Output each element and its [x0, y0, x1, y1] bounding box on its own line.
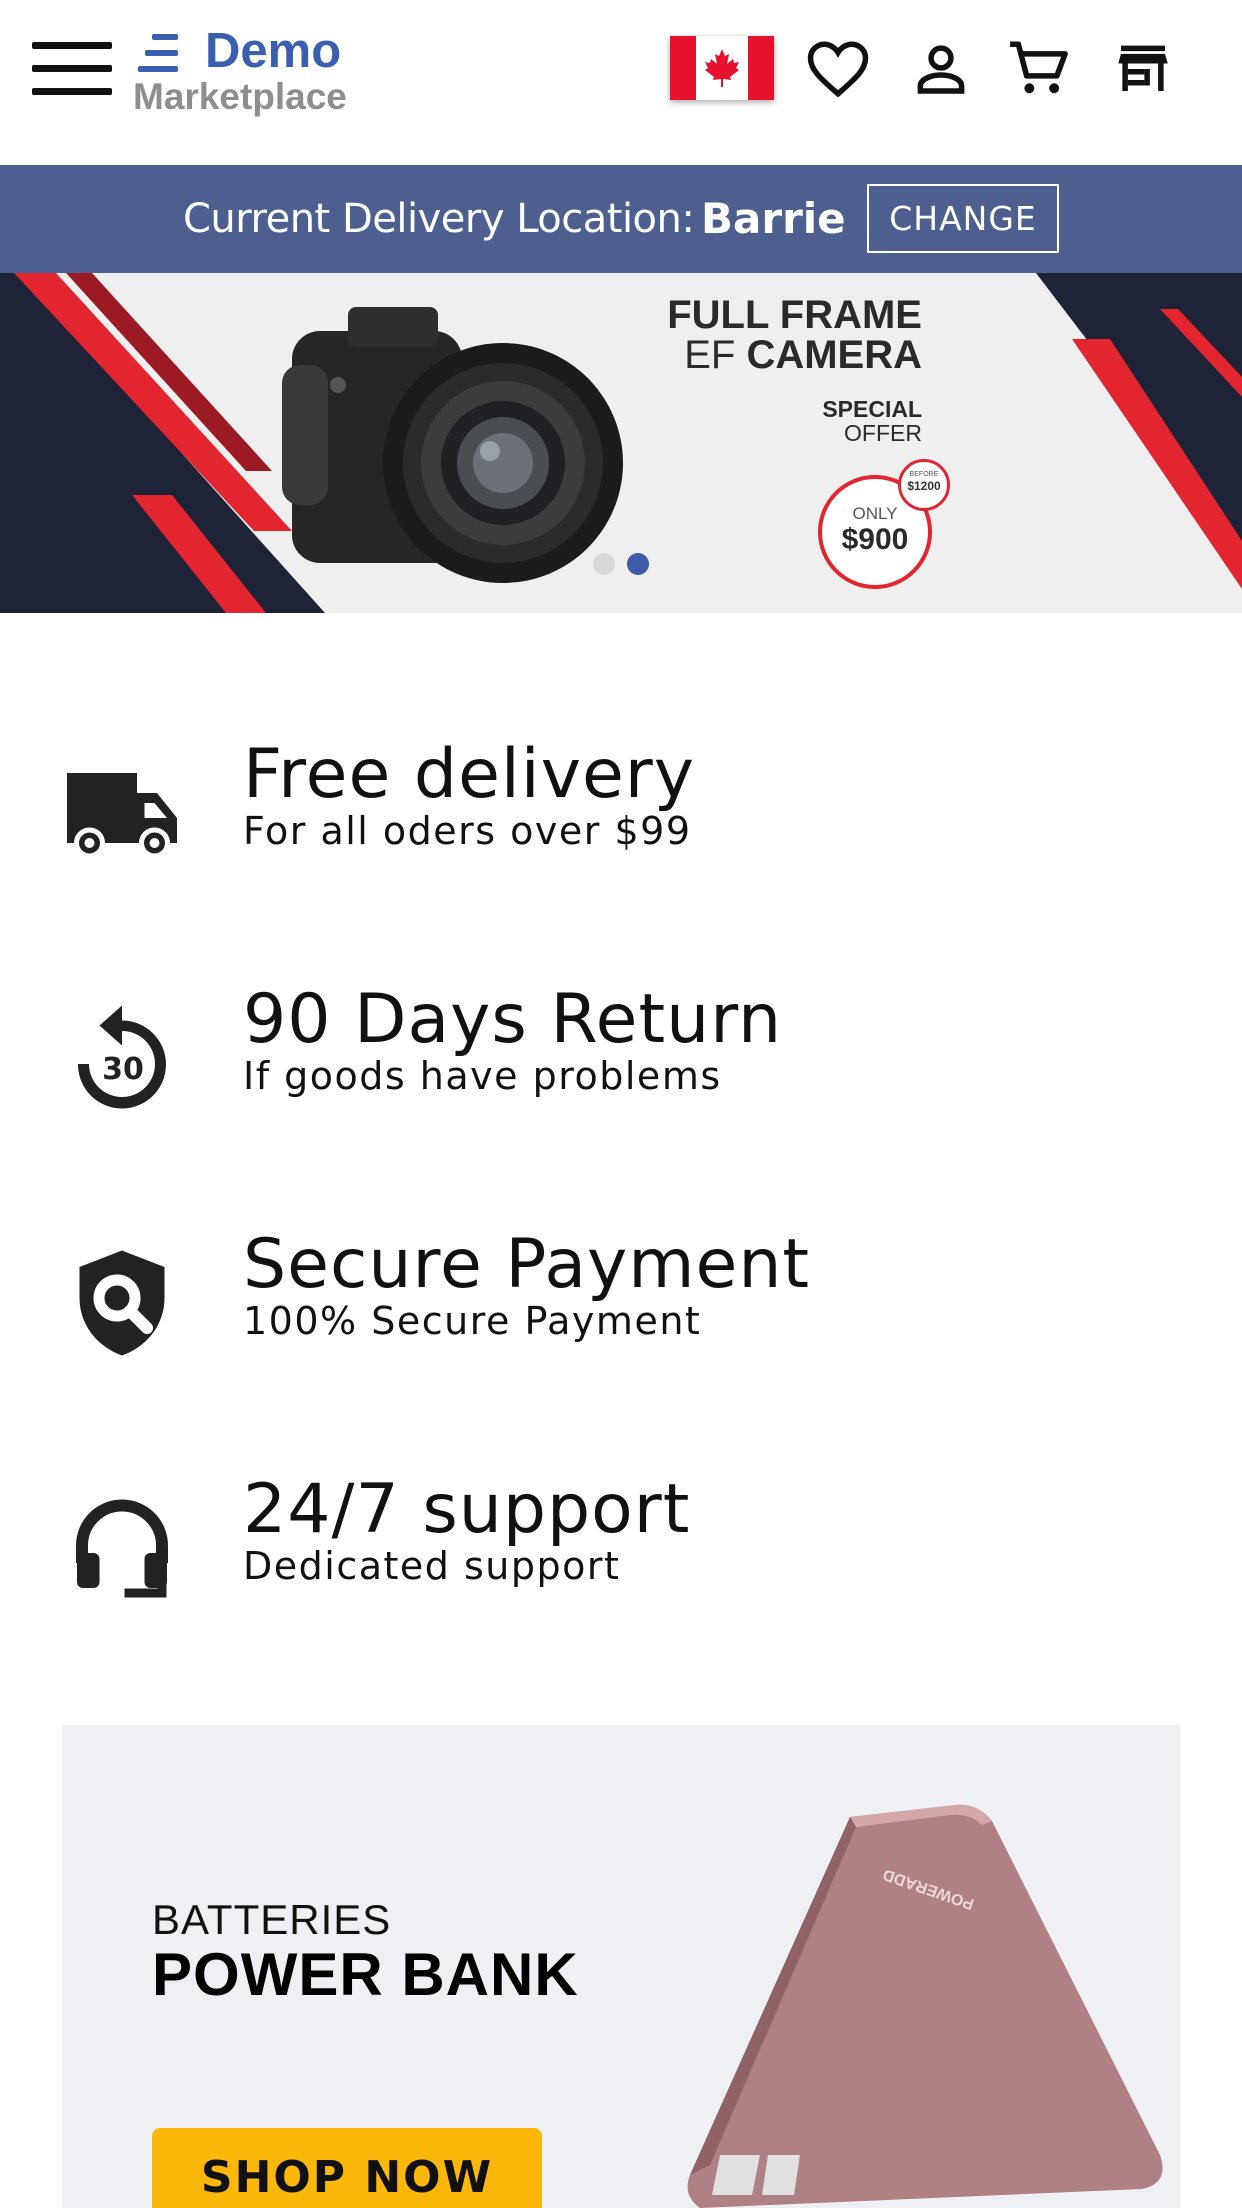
- camera-image: [282, 307, 623, 583]
- logo-secondary-text: Marketplace: [133, 76, 347, 117]
- app-header: Demo Marketplace: [0, 0, 1242, 165]
- price-value: $900: [841, 523, 909, 556]
- feature-secure-payment: Secure Payment 100% Secure Payment: [0, 1225, 1242, 1375]
- heart-icon[interactable]: [805, 36, 871, 102]
- hero-title-line2: EF CAMERA: [684, 333, 922, 377]
- delivery-location-city: Barrie: [701, 194, 846, 243]
- promo-title: POWER BANK: [152, 1941, 579, 2008]
- headset-icon: [76, 1499, 168, 1598]
- menu-icon[interactable]: [32, 42, 112, 96]
- hero-banner[interactable]: FULL FRAME EF CAMERA SPECIAL OFFER ONLY …: [0, 273, 1242, 613]
- hero-offer-text: OFFER: [844, 420, 922, 446]
- carousel-dot-1[interactable]: [593, 553, 615, 575]
- logo-primary-text: Demo: [205, 24, 342, 78]
- feature-title: Free delivery: [243, 735, 695, 814]
- before-price-value: $1200: [907, 479, 941, 493]
- svg-text:30: 30: [102, 1052, 144, 1087]
- store-icon[interactable]: [1110, 36, 1176, 102]
- feature-subtitle: For all oders over $99: [243, 809, 692, 853]
- feature-title: 24/7 support: [243, 1470, 691, 1549]
- shield-search-icon: [79, 1250, 165, 1356]
- power-bank-image: POWERADD: [687, 1804, 1163, 2208]
- feature-title: 90 Days Return: [243, 980, 783, 1059]
- replay-30-icon: 30: [77, 1005, 166, 1109]
- canada-flag-icon[interactable]: [670, 36, 774, 100]
- feature-subtitle: 100% Secure Payment: [243, 1299, 702, 1343]
- cart-icon[interactable]: [1006, 36, 1072, 102]
- before-label: BEFORE: [909, 471, 939, 478]
- logo[interactable]: Demo Marketplace: [133, 24, 363, 124]
- logo-mark-icon: [138, 32, 178, 74]
- change-location-button[interactable]: CHANGE: [867, 184, 1059, 253]
- feature-free-delivery: Free delivery For all oders over $99: [0, 735, 1242, 885]
- carousel-dot-2[interactable]: [627, 553, 649, 575]
- promo-category: BATTERIES: [152, 1896, 392, 1943]
- feature-support: 24/7 support Dedicated support: [0, 1470, 1242, 1620]
- shop-now-button[interactable]: SHOP NOW: [152, 2128, 542, 2208]
- before-price-badge: BEFORE $1200: [898, 459, 950, 511]
- power-bank-promo[interactable]: POWERADD BATTERIES POWER BANK SHOP NOW: [62, 1725, 1180, 2208]
- user-icon[interactable]: [908, 36, 974, 102]
- truck-icon: [67, 773, 177, 859]
- delivery-location-bar: Current Delivery Location: Barrie CHANGE: [0, 165, 1242, 273]
- delivery-location-label: Current Delivery Location:: [183, 196, 695, 242]
- hero-title-line1: FULL FRAME: [667, 293, 922, 337]
- feature-subtitle: If goods have problems: [243, 1054, 722, 1098]
- feature-returns: 30 90 Days Return If goods have problems: [0, 980, 1242, 1130]
- hero-special-text: SPECIAL: [822, 396, 922, 422]
- feature-title: Secure Payment: [243, 1225, 811, 1304]
- feature-subtitle: Dedicated support: [243, 1544, 621, 1588]
